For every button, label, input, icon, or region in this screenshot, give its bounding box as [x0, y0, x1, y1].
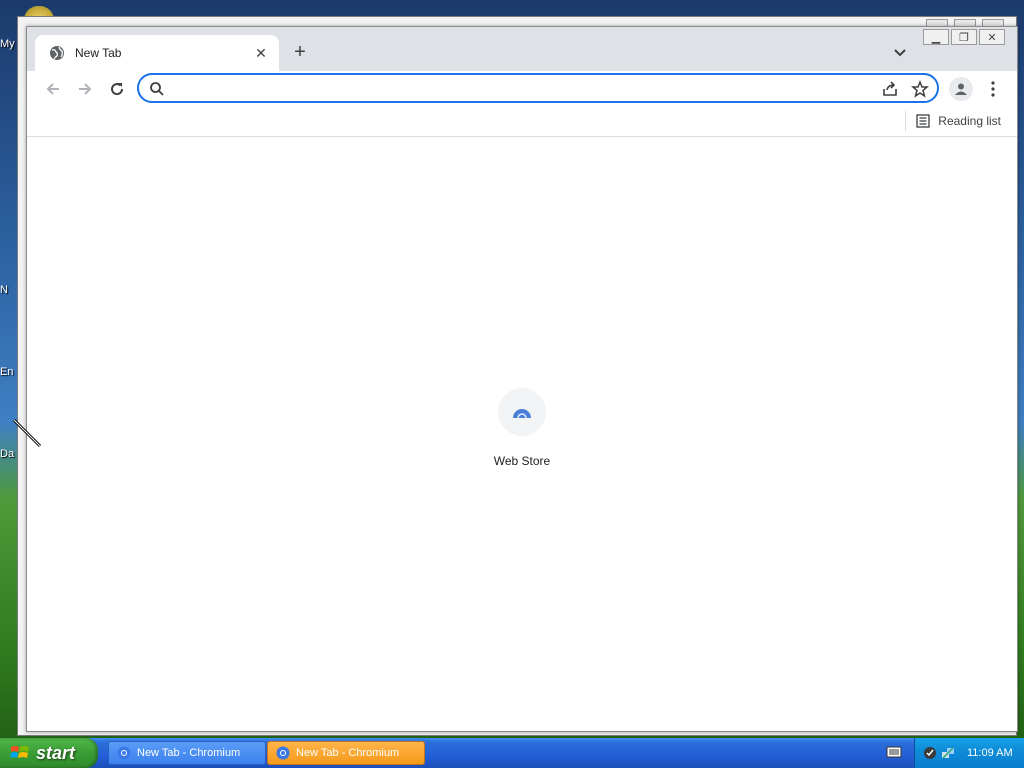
- tab-new-tab[interactable]: New Tab ✕: [35, 35, 279, 71]
- forward-arrow-icon: [79, 83, 92, 95]
- windows-flag-icon: [10, 746, 29, 758]
- taskbar-task-label: New Tab - Chromium: [296, 747, 400, 759]
- tab-search-chevron-icon[interactable]: [891, 43, 909, 61]
- search-icon: [150, 82, 164, 96]
- browser-window: New Tab ✕ + ▁ ❐ ✕ Reading list Web Store: [26, 26, 1018, 732]
- kebab-menu-icon: [991, 81, 995, 97]
- omnibox[interactable]: [137, 73, 939, 103]
- chromium-icon: [117, 746, 131, 760]
- restore-icon[interactable]: ❐: [951, 29, 977, 45]
- taskbar-task-2-active[interactable]: New Tab - Chromium: [267, 741, 425, 765]
- taskbar: start New Tab - Chromium New Tab - Chrom…: [0, 738, 1024, 768]
- browser-menu-button[interactable]: [983, 77, 1003, 101]
- profile-avatar[interactable]: [949, 77, 973, 101]
- tab-strip: New Tab ✕ + ▁ ❐ ✕: [27, 27, 1017, 71]
- close-icon[interactable]: ✕: [979, 29, 1005, 45]
- browser-toolbar: [27, 71, 1017, 107]
- network-icon[interactable]: [941, 746, 955, 760]
- web-store-icon: [513, 409, 531, 419]
- forward-button[interactable]: [73, 77, 97, 101]
- reading-list-icon: [916, 114, 930, 128]
- shortcut-web-store[interactable]: Web Store: [482, 388, 562, 468]
- security-shield-icon[interactable]: [923, 746, 937, 760]
- resize-cursor-icon: [12, 418, 42, 448]
- shortcut-label: Web Store: [493, 454, 551, 468]
- minimize-icon[interactable]: ▁: [923, 29, 949, 45]
- keyboard-icon[interactable]: [886, 745, 902, 759]
- person-icon: [955, 83, 967, 95]
- tab-close-icon[interactable]: ✕: [253, 45, 269, 61]
- shortcut-icon-circle: [498, 388, 546, 436]
- window-controls: ▁ ❐ ✕: [923, 29, 1005, 45]
- reading-list-button[interactable]: Reading list: [905, 111, 1001, 131]
- reload-icon: [111, 83, 124, 96]
- taskbar-task-label: New Tab - Chromium: [137, 747, 241, 759]
- back-button[interactable]: [41, 77, 65, 101]
- start-label: start: [36, 742, 76, 763]
- reading-list-label: Reading list: [938, 114, 1001, 128]
- start-button[interactable]: start: [0, 738, 98, 768]
- back-arrow-icon: [46, 83, 59, 95]
- globe-icon: [50, 46, 64, 60]
- new-tab-page: Web Store: [27, 138, 1017, 731]
- bookmarks-bar: Reading list: [27, 107, 1017, 137]
- system-tray: 11:09 AM: [914, 738, 1024, 768]
- reload-button[interactable]: [105, 77, 129, 101]
- bookmark-star-icon[interactable]: [911, 80, 929, 98]
- chromium-icon: [276, 746, 290, 760]
- taskbar-task-1[interactable]: New Tab - Chromium: [108, 741, 266, 765]
- new-tab-button[interactable]: +: [289, 41, 311, 63]
- clock: 11:09 AM: [967, 747, 1013, 759]
- omnibox-input[interactable]: [173, 78, 863, 98]
- tab-title: New Tab: [75, 46, 122, 60]
- share-icon[interactable]: [881, 80, 899, 98]
